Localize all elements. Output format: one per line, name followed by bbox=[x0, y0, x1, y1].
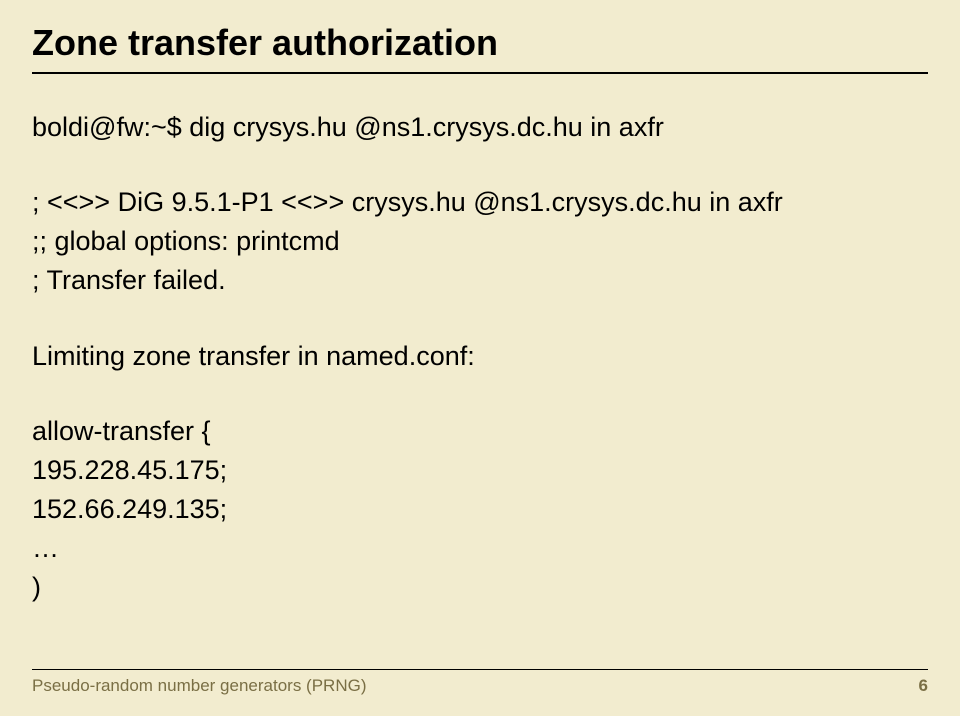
dig-output-line: ; Transfer failed. bbox=[32, 261, 928, 300]
conf-line: 195.228.45.175; bbox=[32, 451, 928, 490]
slide-title: Zone transfer authorization bbox=[32, 22, 928, 64]
dig-output-line: ; <<>> DiG 9.5.1-P1 <<>> crysys.hu @ns1.… bbox=[32, 183, 928, 222]
conf-line: … bbox=[32, 529, 928, 568]
conf-line: allow-transfer { bbox=[32, 412, 928, 451]
limit-label-block: Limiting zone transfer in named.conf: bbox=[32, 337, 928, 376]
footer-text: Pseudo-random number generators (PRNG) bbox=[32, 676, 366, 696]
conf-line: ) bbox=[32, 568, 928, 607]
dig-output-block: ; <<>> DiG 9.5.1-P1 <<>> crysys.hu @ns1.… bbox=[32, 183, 928, 300]
shell-command: boldi@fw:~$ dig crysys.hu @ns1.crysys.dc… bbox=[32, 108, 928, 147]
title-rule bbox=[32, 72, 928, 74]
slide-body: boldi@fw:~$ dig crysys.hu @ns1.crysys.dc… bbox=[32, 108, 928, 607]
slide: Zone transfer authorization boldi@fw:~$ … bbox=[0, 0, 960, 716]
footer-rule bbox=[32, 669, 928, 670]
limit-label: Limiting zone transfer in named.conf: bbox=[32, 337, 928, 376]
dig-output-line: ;; global options: printcmd bbox=[32, 222, 928, 261]
footer-row: Pseudo-random number generators (PRNG) 6 bbox=[32, 676, 928, 696]
slide-footer: Pseudo-random number generators (PRNG) 6 bbox=[32, 669, 928, 696]
page-number: 6 bbox=[919, 676, 928, 696]
conf-block: allow-transfer { 195.228.45.175; 152.66.… bbox=[32, 412, 928, 608]
command-block: boldi@fw:~$ dig crysys.hu @ns1.crysys.dc… bbox=[32, 108, 928, 147]
conf-line: 152.66.249.135; bbox=[32, 490, 928, 529]
